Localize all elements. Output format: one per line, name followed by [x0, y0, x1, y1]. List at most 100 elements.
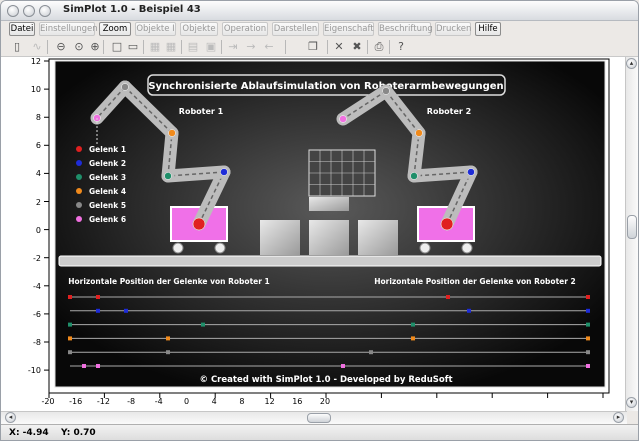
delete-all-icon[interactable]: ✖: [349, 39, 365, 55]
y-tick-label: 10: [30, 85, 41, 95]
grid-icon[interactable]: ▦: [147, 39, 163, 55]
help-icon[interactable]: ?: [393, 39, 409, 55]
y-tick-label: 12: [30, 57, 41, 66]
conveyor-box: [260, 220, 300, 255]
rectangle-icon[interactable]: □: [109, 39, 125, 55]
conveyor-box: [309, 220, 349, 255]
arrow-left-icon[interactable]: ←: [261, 39, 277, 55]
toolbar-separator: [367, 40, 368, 54]
position-marker: [586, 295, 590, 299]
horizontal-scrollbar[interactable]: ◂ ▸: [1, 411, 627, 424]
select-icon[interactable]: ▣: [203, 39, 219, 55]
toolbar-separator: [285, 40, 286, 54]
toolbar: ▯ ∿ ⊖ ⊙ ⊕ □ ▭ ▦ ▦ ▤ ▣ ⇥ → ← ❐ ✕ ✖ ⎙?: [1, 37, 638, 57]
position-marker: [467, 308, 471, 313]
position-marker: [446, 295, 450, 299]
position-marker: [68, 350, 72, 355]
curve-icon[interactable]: ∿: [29, 39, 45, 55]
robot-joint: [382, 87, 390, 95]
scroll-down-arrow-icon[interactable]: ▾: [626, 397, 637, 408]
robot-joint: [467, 168, 475, 176]
robot-1-wheel: [172, 242, 184, 254]
menu-hilfe[interactable]: Hilfe: [475, 22, 501, 36]
y-tick-label: -2: [33, 253, 41, 263]
menu-zoom[interactable]: Zoom: [99, 22, 131, 36]
robot-joint: [168, 129, 176, 137]
position-marker: [96, 364, 100, 368]
legend-marker: [76, 216, 82, 222]
print-icon[interactable]: ⎙: [371, 39, 387, 55]
menu-einstellungen[interactable]: Einstellungen: [39, 22, 98, 36]
position-marker: [82, 364, 86, 368]
arrow-in-icon[interactable]: ⇥: [225, 39, 241, 55]
legend-marker: [76, 188, 82, 194]
position-marker: [586, 308, 590, 313]
position-marker: [166, 350, 170, 355]
menu-drucken[interactable]: Drucken: [435, 22, 471, 36]
legend-label: Gelenk 6: [89, 215, 126, 224]
vertical-scrollbar[interactable]: ▴ ▾: [625, 57, 638, 411]
status-y-coordinate: Y: 0.70: [61, 428, 96, 438]
position-marker: [341, 364, 345, 368]
legend-label: Gelenk 5: [89, 201, 126, 210]
grid-alt-icon[interactable]: ▦: [163, 39, 179, 55]
x-tick-label: 16: [292, 397, 303, 406]
horizontal-scroll-thumb[interactable]: [307, 413, 331, 423]
copy-icon[interactable]: ❐: [305, 39, 321, 55]
legend-label: Gelenk 4: [89, 187, 126, 196]
y-tick-label: -10: [27, 366, 41, 376]
zoom-out-icon[interactable]: ⊖: [53, 39, 69, 55]
scroll-up-arrow-icon[interactable]: ▴: [626, 58, 637, 69]
x-tick-label: 0: [183, 397, 190, 406]
menu-beschriftung[interactable]: Beschriftung: [378, 22, 433, 36]
toolbar-separator: [143, 40, 144, 54]
position-marker: [68, 322, 72, 327]
y-tick-label: 0: [35, 225, 41, 235]
app-window: SimPlot 1.0 - Beispiel 43 Datei Einstellu…: [0, 0, 639, 441]
position-marker: [166, 336, 170, 341]
legend-marker: [76, 174, 82, 180]
toolbar-separator: [221, 40, 222, 54]
menu-operation[interactable]: Operation: [222, 22, 268, 36]
toolbar-separator: [103, 40, 104, 54]
menu-objekte-i[interactable]: Objekte I: [135, 22, 176, 36]
box-top: [309, 197, 349, 211]
menu-datei[interactable]: Datei: [9, 22, 35, 36]
position-marker: [96, 308, 100, 313]
x-tick-label: -8: [127, 397, 136, 406]
scroll-left-arrow-icon[interactable]: ◂: [5, 412, 16, 423]
close-window-button[interactable]: [7, 5, 19, 17]
title-bar[interactable]: SimPlot 1.0 - Beispiel 43: [1, 1, 638, 21]
plot-canvas[interactable]: Synchronisierte Ablaufsimulation von Rob…: [1, 57, 627, 411]
plot-area[interactable]: Synchronisierte Ablaufsimulation von Rob…: [1, 57, 638, 411]
robot-1-wheel: [214, 242, 226, 254]
menu-eigenschaft[interactable]: Eigenschaft: [323, 22, 374, 36]
arrow-right-icon[interactable]: →: [243, 39, 259, 55]
delete-icon[interactable]: ✕: [331, 39, 347, 55]
phone-icon[interactable]: ▯: [9, 39, 25, 55]
zoom-in-icon[interactable]: ⊕: [87, 39, 103, 55]
position-marker: [586, 350, 590, 355]
y-tick-label: 4: [35, 169, 41, 179]
x-tick-label: -20: [41, 397, 55, 406]
frame-icon[interactable]: ▭: [125, 39, 141, 55]
legend-label: Gelenk 1: [89, 145, 126, 154]
table-icon[interactable]: ▤: [185, 39, 201, 55]
maximize-window-button[interactable]: [39, 5, 51, 17]
vertical-scroll-thumb[interactable]: [627, 215, 637, 239]
x-tick-label: 12: [264, 397, 275, 406]
menu-objekte-ii[interactable]: Objekte II: [180, 22, 218, 47]
robot-1-label: Roboter 1: [179, 107, 224, 116]
x-tick-label: -12: [96, 397, 110, 406]
minimize-window-button[interactable]: [23, 5, 35, 17]
window-title: SimPlot 1.0 - Beispiel 43: [63, 4, 201, 15]
menu-darstellen[interactable]: Darstellen: [272, 22, 319, 36]
scroll-right-arrow-icon[interactable]: ▸: [613, 412, 624, 423]
y-tick-label: 6: [35, 141, 41, 151]
robot-joint: [121, 83, 129, 91]
position-marker: [411, 336, 415, 341]
position-marker: [96, 295, 100, 299]
conveyor-box: [358, 220, 398, 255]
position-marker: [586, 364, 590, 368]
zoom-icon[interactable]: ⊙: [71, 39, 87, 55]
